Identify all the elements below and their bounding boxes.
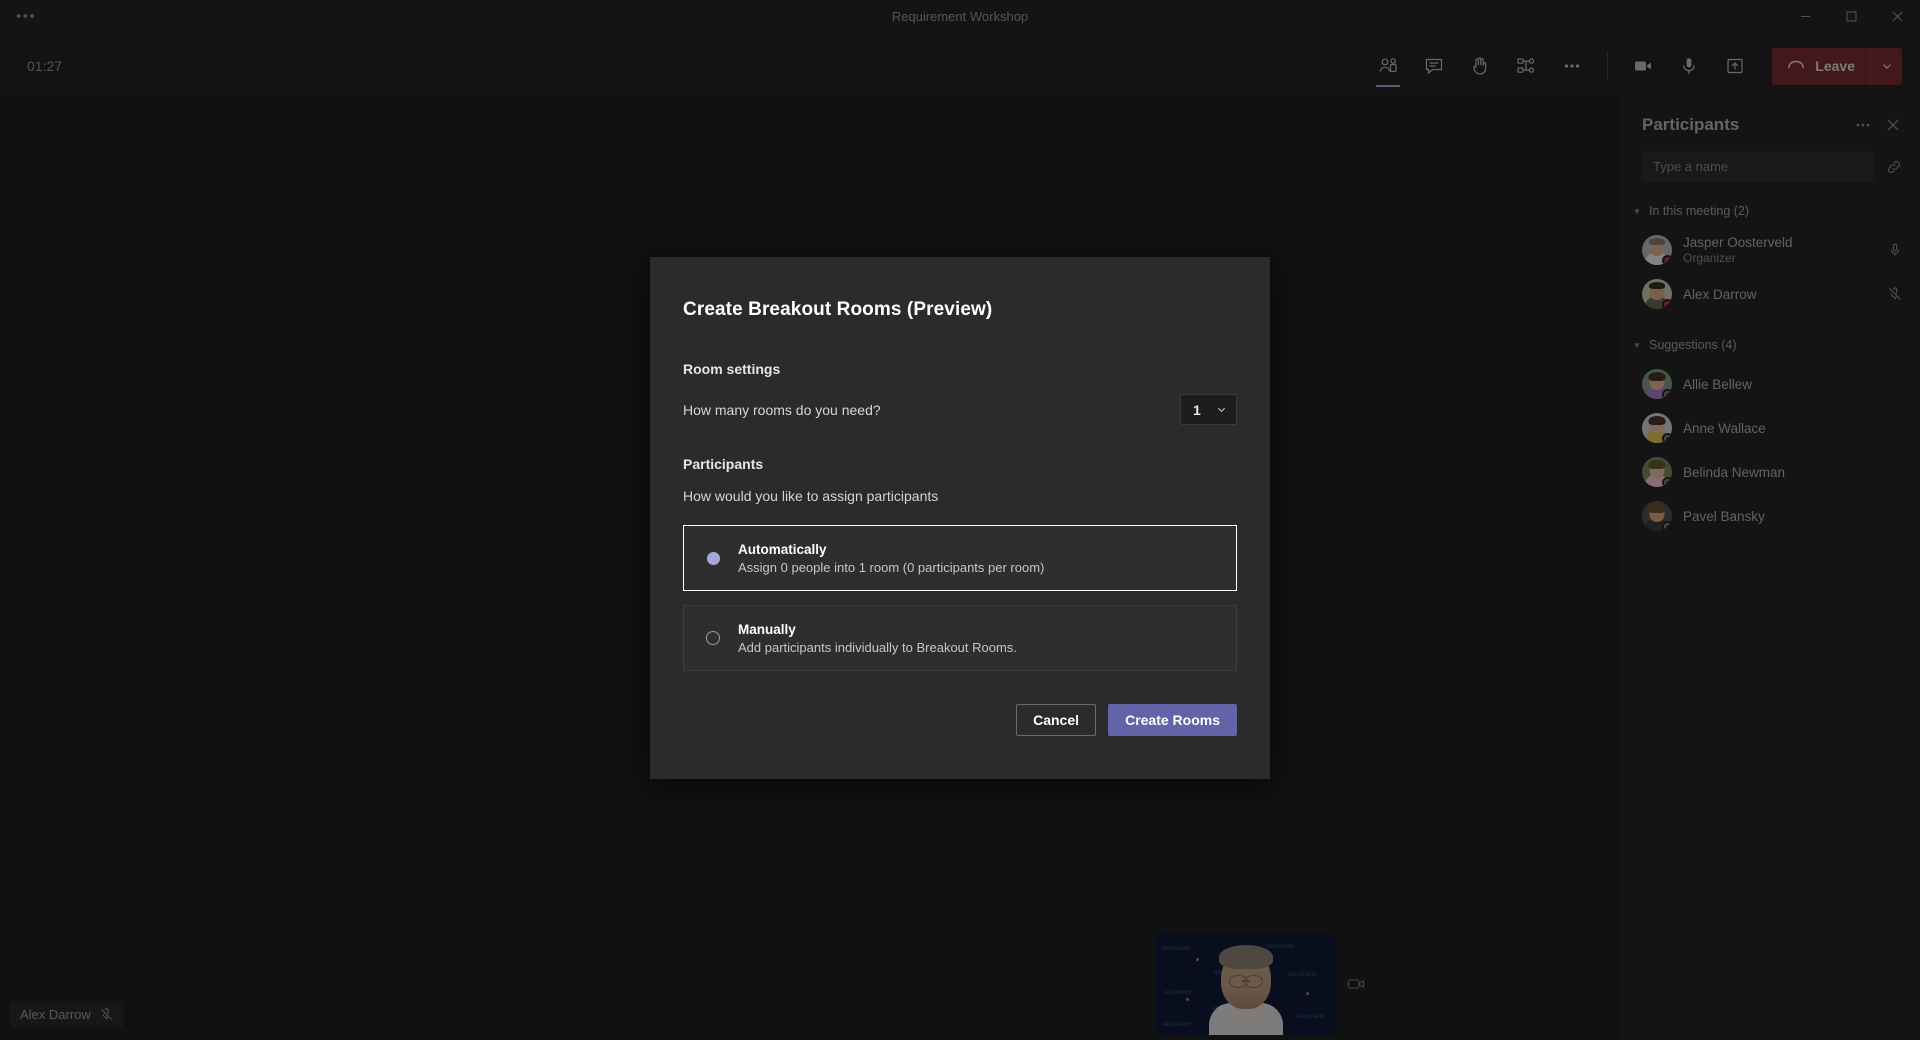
option-title: Manually [738,621,796,637]
option-manually[interactable]: Manually Add participants individually t… [683,605,1237,671]
cancel-button[interactable]: Cancel [1016,704,1097,736]
rooms-count-value: 1 [1193,401,1201,418]
rooms-question-label: How many rooms do you need? [683,401,881,418]
teams-meeting-window: ••• Requirement Workshop 01:27 Leave Sha… [0,0,1920,1040]
rooms-count-row: How many rooms do you need? 1 [650,394,1270,425]
option-subtitle: Add participants individually to Breakou… [738,639,1017,655]
create-rooms-button[interactable]: Create Rooms [1108,704,1237,736]
chevron-down-icon [1217,407,1226,413]
option-title: Automatically [738,541,827,557]
room-settings-heading: Room settings [683,361,781,377]
create-breakout-rooms-dialog: Create Breakout Rooms (Preview) Room set… [650,257,1270,779]
option-manually-text: Manually Add participants individually t… [738,622,1017,655]
dialog-title: Create Breakout Rooms (Preview) [683,299,993,320]
option-automatically-text: Automatically Assign 0 people into 1 roo… [738,542,1044,575]
radio-manually[interactable] [706,631,720,645]
option-automatically[interactable]: Automatically Assign 0 people into 1 roo… [683,525,1237,591]
radio-automatically[interactable] [707,551,720,565]
assign-question-label: How would you like to assign participant… [683,488,939,504]
option-subtitle: Assign 0 people into 1 room (0 participa… [738,559,1045,575]
rooms-count-dropdown[interactable]: 1 [1180,394,1237,425]
dialog-actions: Cancel Create Rooms [650,704,1270,736]
participants-heading: Participants [683,456,764,472]
assign-question-row: How would you like to assign participant… [650,488,1270,504]
